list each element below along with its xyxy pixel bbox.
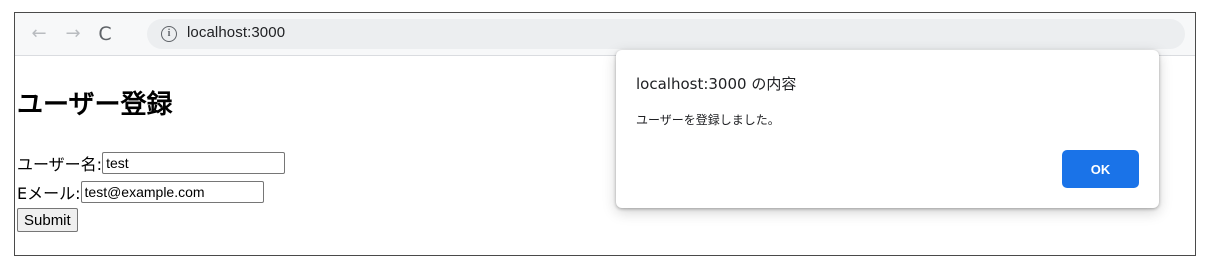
email-row: Eメール: [17, 180, 264, 203]
username-label: ユーザー名: [17, 155, 103, 174]
info-icon[interactable]: i [161, 26, 177, 42]
email-input[interactable] [80, 181, 264, 203]
address-bar[interactable]: i localhost:3000 [147, 19, 1185, 49]
dialog-message: ユーザーを登録しました。 [636, 113, 780, 127]
username-row: ユーザー名: [17, 151, 286, 174]
ok-button[interactable]: OK [1062, 150, 1139, 188]
reload-icon[interactable]: C [91, 20, 119, 48]
page-title: ユーザー登録 [17, 90, 173, 120]
dialog-title: localhost:3000 の内容 [636, 75, 797, 93]
back-arrow-icon[interactable]: ← [25, 20, 53, 48]
submit-button[interactable]: Submit [17, 208, 78, 232]
username-input[interactable] [102, 152, 286, 174]
forward-arrow-icon[interactable]: → [59, 20, 87, 48]
email-label: Eメール: [17, 184, 81, 203]
url-text[interactable]: localhost:3000 [187, 24, 285, 41]
alert-dialog: localhost:3000 の内容 ユーザーを登録しました。 OK [616, 50, 1159, 208]
